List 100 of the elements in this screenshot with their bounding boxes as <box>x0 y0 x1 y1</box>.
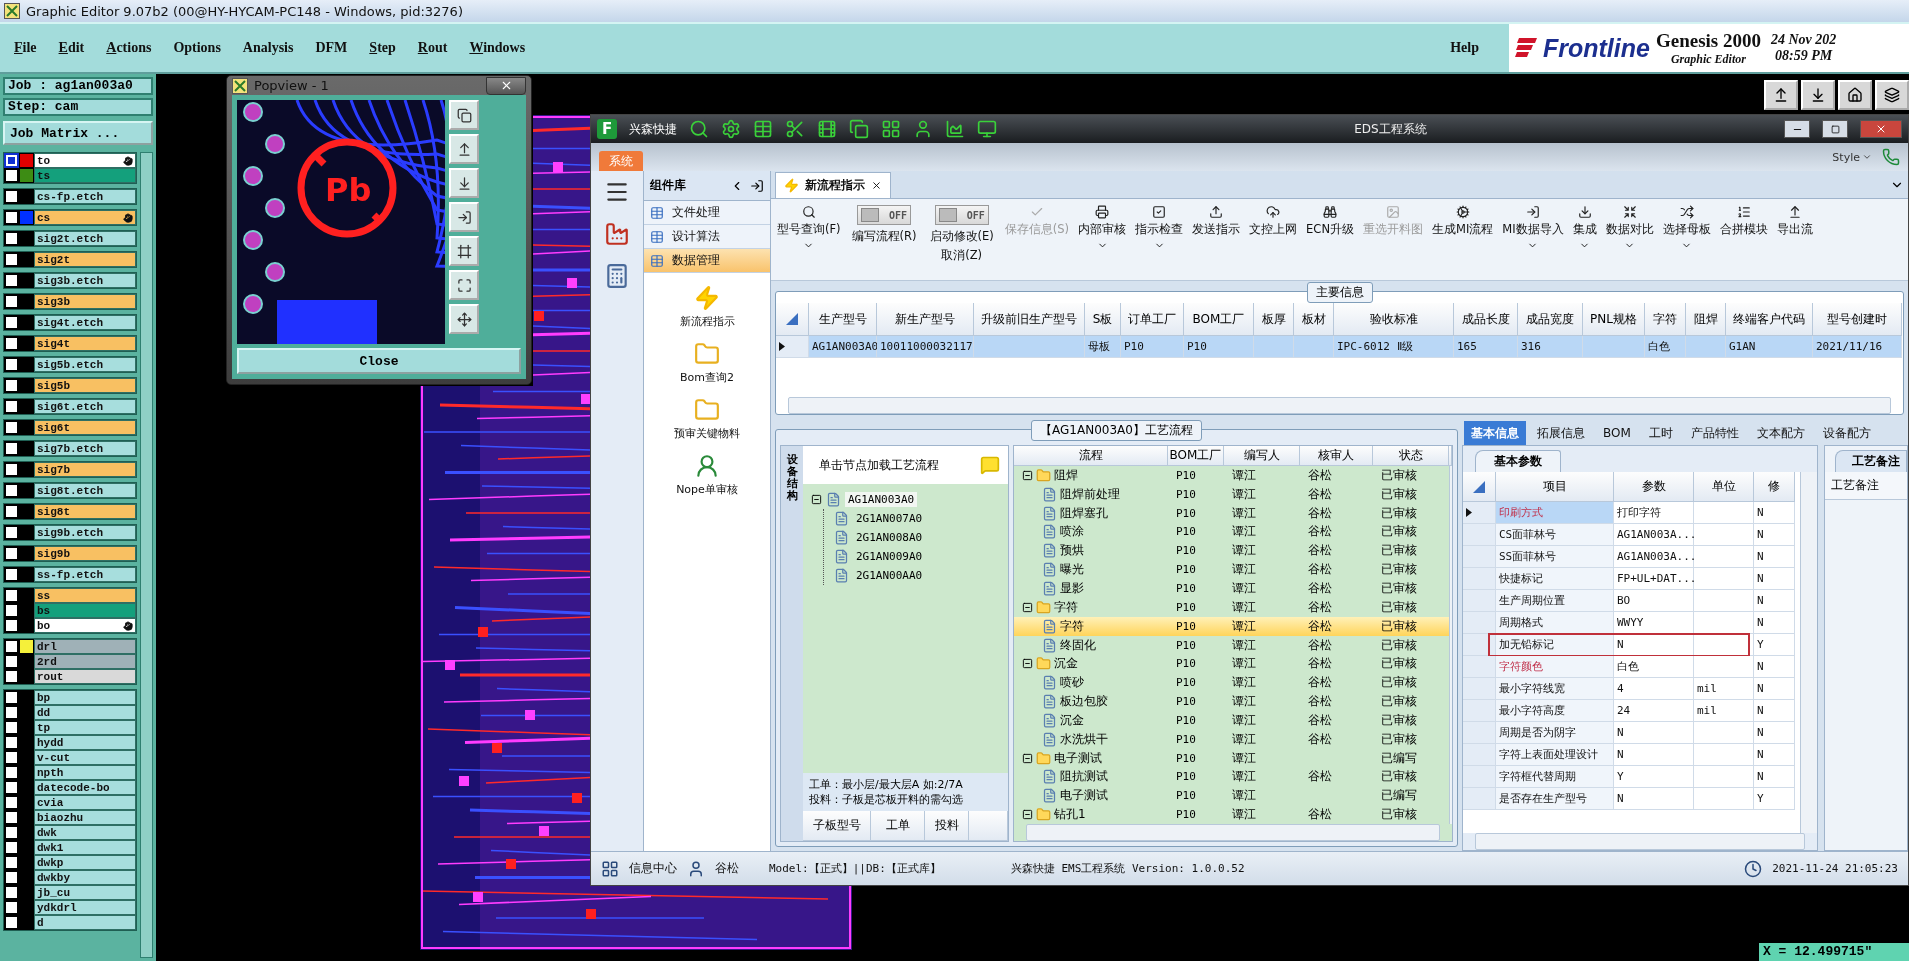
layer-checkbox[interactable] <box>4 315 19 330</box>
process-row[interactable]: 字符 P10 谭江 谷松 已审核 <box>1014 616 1449 636</box>
module-item[interactable]: 新流程指示 <box>679 285 735 329</box>
layer-checkbox[interactable] <box>4 252 19 267</box>
toolbar-button[interactable]: MI数据导入 <box>1498 205 1568 251</box>
layer-tag[interactable]: ss-fp.etch <box>34 567 136 582</box>
layer-tag[interactable]: ydkdrl <box>34 900 136 915</box>
layer-tag[interactable]: sig3b <box>34 294 136 309</box>
vertical-tab[interactable]: 设备结构 <box>781 446 803 841</box>
layer-tag[interactable]: sig6t <box>34 420 136 435</box>
layers-button[interactable] <box>1875 80 1909 110</box>
layer-tag[interactable]: cvia <box>34 795 136 810</box>
toggle-switch[interactable]: OFF <box>857 205 912 225</box>
layer-checkbox[interactable] <box>4 567 19 582</box>
process-row[interactable]: 预烘 P10 谭江 谷松 已审核 <box>1014 541 1449 561</box>
layer-checkbox[interactable] <box>4 720 19 735</box>
layer-tag[interactable]: sig5b <box>34 378 136 393</box>
layer-checkbox[interactable] <box>4 273 19 288</box>
home-button[interactable] <box>1838 80 1872 110</box>
layer-checkbox[interactable] <box>4 780 19 795</box>
menu-item[interactable]: Actions <box>106 40 152 56</box>
quick-tool-button[interactable] <box>913 119 933 139</box>
process-row[interactable]: 阻抗测试 P10 谭江 谷松 已审核 <box>1014 767 1449 787</box>
layer-tag[interactable]: sig8t <box>34 504 136 519</box>
layer-tag[interactable]: bp <box>34 690 136 705</box>
pin-icon[interactable] <box>750 178 764 193</box>
process-row[interactable]: 字符 P10 谭江 谷松 已审核 <box>1014 597 1449 617</box>
layer-checkbox[interactable] <box>4 810 19 825</box>
layer-checkbox[interactable] <box>4 765 19 780</box>
layer-checkbox[interactable] <box>4 399 19 414</box>
layer-tag[interactable]: jb_cu <box>34 885 136 900</box>
tree-node[interactable]: 2G1AN00AA0 <box>853 568 926 583</box>
help-menu[interactable]: Help <box>1450 40 1479 56</box>
layer-tag[interactable]: sig3b.etch <box>34 273 136 288</box>
detail-tab[interactable]: 拓展信息 <box>1530 421 1592 445</box>
view-tool-button[interactable] <box>449 168 479 198</box>
detail-tab[interactable]: 设备配方 <box>1815 421 1878 445</box>
toggle-switch[interactable]: OFF <box>934 205 989 225</box>
layer-tag[interactable]: sig4t.etch <box>34 315 136 330</box>
menu-item[interactable]: Windows <box>469 40 526 56</box>
layer-checkbox[interactable] <box>4 546 19 561</box>
toolbar-button[interactable]: 指示检查 <box>1131 205 1188 251</box>
layer-checkbox[interactable] <box>4 870 19 885</box>
layer-tag[interactable]: datecode-bo <box>34 780 136 795</box>
collapse-icon[interactable] <box>1022 809 1033 821</box>
layer-checkbox[interactable] <box>4 669 19 684</box>
quick-tool-button[interactable] <box>689 119 709 139</box>
process-row[interactable]: 板边包胶 P10 谭江 谷松 已审核 <box>1014 692 1449 711</box>
detail-tab[interactable]: 文本配方 <box>1749 421 1812 445</box>
layer-checkbox[interactable] <box>4 588 19 603</box>
layer-checkbox[interactable] <box>4 618 19 633</box>
layer-checkbox[interactable] <box>4 639 19 654</box>
process-row[interactable]: 钻孔1 P10 谭江 谷松 已审核 <box>1014 805 1449 824</box>
toolbar-button[interactable]: 导出流 <box>1772 205 1817 237</box>
layer-tag[interactable]: bo <box>34 618 136 633</box>
process-row[interactable]: 电子测试 P10 谭江 已编写 <box>1014 786 1449 806</box>
menu-item[interactable]: DFM <box>315 40 348 56</box>
layer-checkbox[interactable] <box>4 690 19 705</box>
layer-tag[interactable]: sig7b.etch <box>34 441 136 456</box>
collapse-icon[interactable] <box>1022 601 1033 613</box>
detail-tab[interactable]: 基本信息 <box>1464 421 1526 445</box>
quick-tool-button[interactable] <box>849 119 869 139</box>
calculator-button[interactable] <box>604 263 630 289</box>
tree-node[interactable]: 2G1AN008A0 <box>853 530 926 545</box>
view-tool-button[interactable] <box>449 100 479 130</box>
layer-tag[interactable]: sig5b.etch <box>34 357 136 372</box>
down-arrow-button[interactable] <box>1801 80 1835 110</box>
process-row[interactable]: 电子测试 P10 谭江 已编写 <box>1014 748 1449 768</box>
minimize-button[interactable] <box>1784 120 1810 138</box>
detail-tab[interactable]: 工时 <box>1641 421 1680 445</box>
layer-tag[interactable]: bs <box>34 603 136 618</box>
layer-tag[interactable]: sig6t.etch <box>34 399 136 414</box>
menu-item[interactable]: Step <box>369 40 396 56</box>
layer-tag[interactable]: sig2t <box>34 252 136 267</box>
notes-tab[interactable]: 工艺备注 <box>1835 450 1907 472</box>
category-item[interactable]: 文件处理 <box>644 201 770 225</box>
module-item[interactable]: Nope单审核 <box>676 453 738 497</box>
process-row[interactable]: 喷涂 P10 谭江 谷松 已审核 <box>1014 522 1449 542</box>
process-row[interactable]: 阻焊 P10 谭江 谷松 已审核 <box>1014 466 1449 485</box>
document-tab[interactable]: 新流程指示 <box>775 172 891 198</box>
layer-tag[interactable]: cs-fp.etch <box>34 189 136 204</box>
job-matrix-button[interactable]: Job Matrix ... <box>3 121 153 145</box>
layer-checkbox[interactable] <box>4 441 19 456</box>
layer-checkbox[interactable] <box>4 483 19 498</box>
view-tool-button[interactable] <box>449 236 479 266</box>
layer-tag[interactable]: dwkp <box>34 855 136 870</box>
view-tool-button[interactable] <box>449 270 479 300</box>
close-button[interactable]: Close <box>237 348 521 374</box>
layer-tag[interactable]: tp <box>34 720 136 735</box>
layer-checkbox[interactable] <box>4 189 19 204</box>
style-dropdown[interactable]: Style <box>1832 150 1872 164</box>
layer-tag[interactable]: v-cut <box>34 750 136 765</box>
layer-tag[interactable]: dd <box>34 705 136 720</box>
layer-tag[interactable]: sig9b.etch <box>34 525 136 540</box>
layer-tag[interactable]: dwkby <box>34 870 136 885</box>
layer-checkbox[interactable] <box>4 504 19 519</box>
layer-checkbox[interactable] <box>4 294 19 309</box>
layer-checkbox[interactable] <box>4 705 19 720</box>
view-tool-button[interactable] <box>449 304 479 334</box>
menu-item[interactable]: Rout <box>417 40 448 56</box>
